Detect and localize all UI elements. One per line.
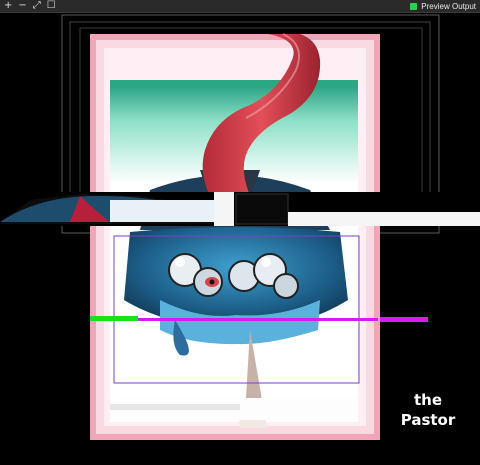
fit-icon[interactable]: ⤢ [33,0,41,12]
add-icon[interactable]: + [4,0,12,12]
toolbar-controls: + − ⤢ ☐ [4,0,56,12]
glitch-green-line [90,316,138,321]
glitch-band [0,192,480,226]
artwork-caption: the Pastor [398,390,458,430]
preview-output-label: Preview Output [421,1,476,11]
glitch-magenta-line [380,317,428,322]
fullscreen-icon[interactable]: ☐ [47,0,56,12]
caption-line-2: Pastor [400,411,456,429]
preview-output-toggle[interactable]: Preview Output [410,0,476,12]
remove-icon[interactable]: − [18,0,26,12]
caption-line-1: the [413,391,443,409]
status-dot-icon [410,2,418,10]
preview-toolbar: + − ⤢ ☐ Preview Output [0,0,480,13]
